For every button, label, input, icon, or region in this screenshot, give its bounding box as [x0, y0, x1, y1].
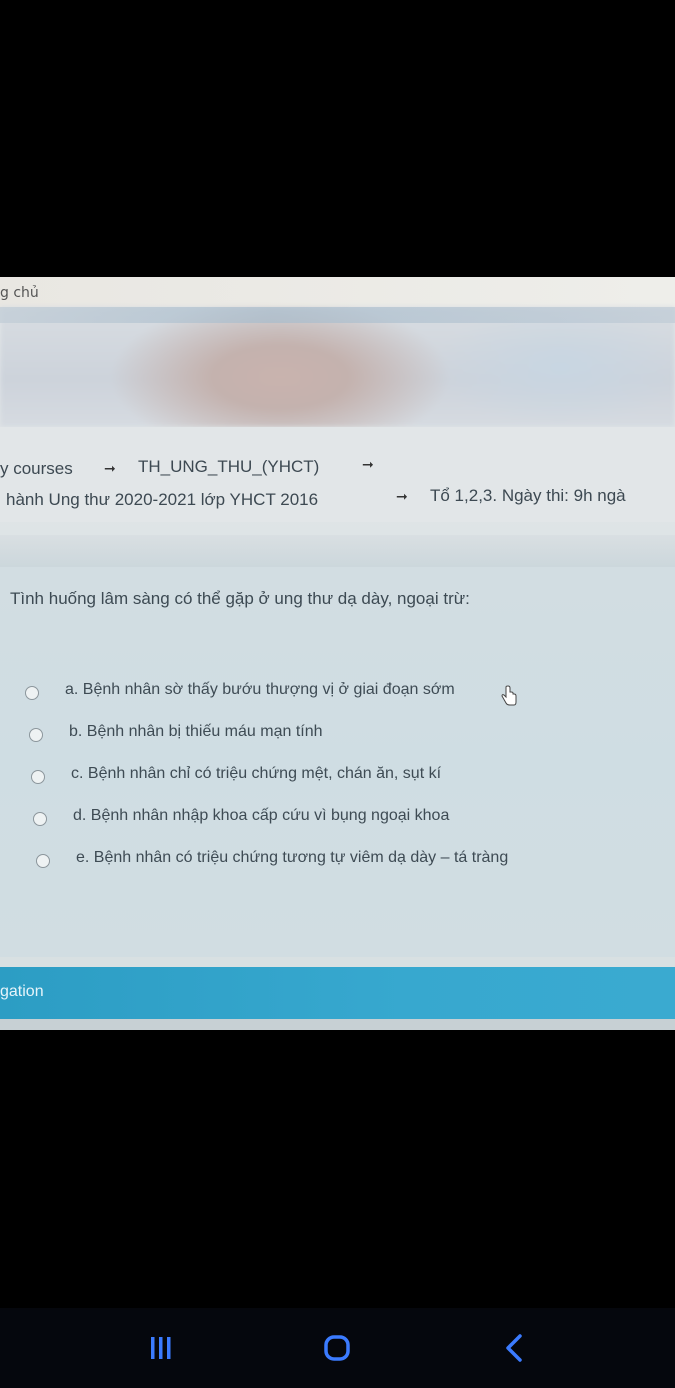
phone-top-bezel [0, 0, 675, 277]
question-box: Tình huống lâm sàng có thể gặp ở ung thư… [0, 567, 675, 957]
breadcrumb-arrow-icon: ➞ [362, 457, 374, 473]
breadcrumb-course[interactable]: TH_UNG_THU_(YHCT) [138, 457, 319, 477]
home-link[interactable]: g chủ [0, 285, 39, 301]
radio-button-icon[interactable] [29, 728, 43, 742]
radio-button-icon[interactable] [36, 854, 50, 868]
breadcrumb-arrow-icon: ➞ [396, 489, 408, 505]
radio-button-icon[interactable] [33, 812, 47, 826]
android-navigation-bar [0, 1308, 675, 1388]
back-button[interactable] [494, 1328, 534, 1368]
top-bar: g chủ [0, 277, 675, 311]
breadcrumb-my-courses[interactable]: y courses [0, 459, 73, 479]
option-label: a. Bệnh nhân sờ thấy bướu thượng vị ở gi… [65, 681, 455, 698]
hand-cursor-icon [501, 685, 517, 706]
back-icon [506, 1334, 522, 1362]
question-text: Tình huống lâm sàng có thể gặp ở ung thư… [10, 589, 470, 608]
recents-button[interactable] [141, 1328, 181, 1368]
navigation-label[interactable]: gation [0, 983, 44, 1001]
home-icon [324, 1335, 350, 1361]
option-label: b. Bệnh nhân bị thiếu máu mạn tính [69, 723, 323, 740]
option-label: c. Bệnh nhân chỉ có triệu chứng mệt, chá… [71, 765, 442, 782]
breadcrumb-quiz[interactable]: Tổ 1,2,3. Ngày thi: 9h ngà [430, 486, 626, 506]
navigation-bar: gation [0, 967, 675, 1019]
bottom-strip [0, 1019, 675, 1030]
breadcrumb-section[interactable]: hành Ung thư 2020-2021 lớp YHCT 2016 [6, 490, 318, 510]
breadcrumb: y courses ➞ TH_UNG_THU_(YHCT) ➞ hành Ung… [0, 427, 675, 522]
option-label: e. Bệnh nhân có triệu chứng tương tự viê… [76, 849, 509, 866]
banner-strip [0, 307, 675, 323]
monitor-screen: g chủ y courses ➞ TH_UNG_THU_(YHCT) ➞ hà… [0, 277, 675, 1030]
option-label: d. Bệnh nhân nhập khoa cấp cứu vì bụng n… [73, 807, 450, 824]
recents-icon [151, 1337, 171, 1359]
breadcrumb-arrow-icon: ➞ [104, 461, 116, 477]
radio-button-icon[interactable] [25, 686, 39, 700]
separator-band [0, 535, 675, 567]
header-banner-image [0, 307, 675, 427]
radio-button-icon[interactable] [31, 770, 45, 784]
home-button[interactable] [317, 1328, 357, 1368]
